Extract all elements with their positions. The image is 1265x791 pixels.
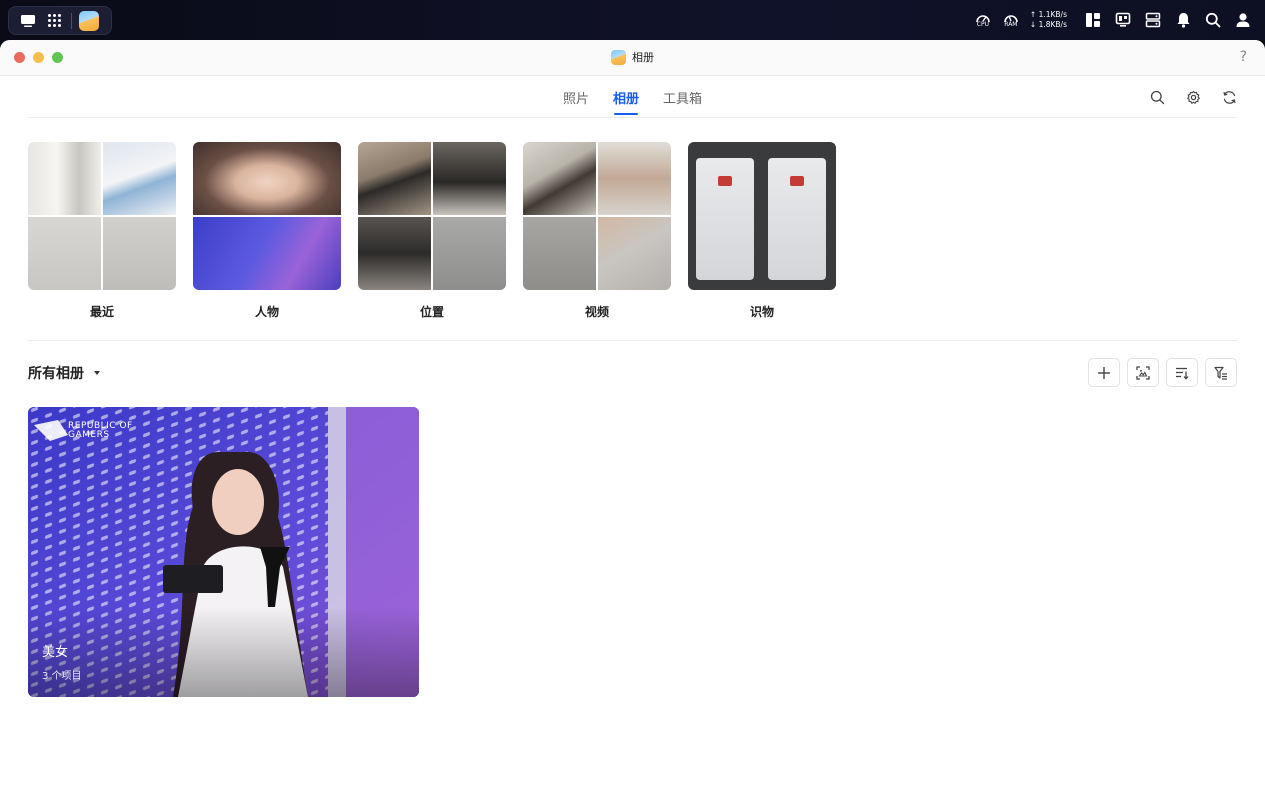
photos-window: 相册 ? 照片 相册 工具箱 最近 人物 位置 视频 识物 所有相册 REPUB… [0,40,1265,791]
tab-toolbox[interactable]: 工具箱 [663,88,702,115]
filter-icon [1214,366,1227,380]
ram-label: RAM [1004,21,1018,28]
smart-categories: 最近 人物 位置 视频 识物 [28,142,836,320]
category-recent-cover [28,142,176,290]
logo-line-2: GAMERS [68,430,110,440]
user-icon[interactable] [1233,10,1253,30]
select-button[interactable] [1127,358,1159,387]
all-albums-title: 所有相册 [28,366,84,382]
layout-panel-icon[interactable] [1083,10,1103,30]
caret-down-icon [94,371,100,375]
refresh-button[interactable] [1219,87,1239,107]
category-videos-cover [523,142,671,290]
category-location-cover [358,142,506,290]
category-label: 识物 [749,305,774,319]
search-icon [1150,90,1164,104]
select-frame-icon [1136,365,1150,380]
system-top-bar: CPU RAM ↑ 1.1KB/s ↓ 1.8KB/s [0,0,1265,40]
photos-app-icon[interactable] [76,10,102,32]
net-upload-value: 1.1KB/s [1038,10,1067,19]
bell-icon[interactable] [1173,10,1193,30]
category-objects-cover [688,142,836,290]
ram-gauge[interactable]: RAM [1002,12,1020,28]
network-speed[interactable]: ↑ 1.1KB/s ↓ 1.8KB/s [1030,10,1067,30]
search-button[interactable] [1147,87,1167,107]
tab-albums[interactable]: 相册 [613,88,639,115]
category-label: 最近 [89,305,114,319]
title-bar: 相册 ? [0,40,1265,76]
tab-bar: 照片 相册 工具箱 [0,76,1265,118]
window-title: 相册 [0,49,1265,65]
dock-divider [71,12,72,29]
rog-logo-text: REPUBLIC OF GAMERS [68,422,133,440]
settings-button[interactable] [1183,87,1203,107]
gear-icon [1186,90,1200,104]
tab-actions [1147,87,1239,107]
search-icon[interactable] [1203,10,1223,30]
net-download: ↓ 1.8KB/s [1029,20,1067,29]
category-people-cover [193,142,341,290]
app-grid-icon[interactable] [41,10,67,32]
cpu-gauge[interactable]: CPU [974,12,992,28]
system-tray: CPU RAM ↑ 1.1KB/s ↓ 1.8KB/s [974,9,1253,31]
tabs: 照片 相册 工具箱 [0,88,1265,115]
window-title-text: 相册 [632,51,654,64]
photos-app-icon [611,49,626,65]
album-item-count: 3 个项目 [42,671,82,682]
sort-button[interactable] [1166,358,1198,387]
album-actions [1088,358,1237,387]
net-upload: ↑ 1.1KB/s [1029,10,1067,19]
filter-button[interactable] [1205,358,1237,387]
help-button[interactable]: ? [1240,49,1247,65]
tab-photos[interactable]: 照片 [563,88,589,115]
album-caption-shade [28,607,419,697]
net-download-value: 1.8KB/s [1038,20,1067,29]
dock [8,6,112,35]
album-name: 美女 [42,645,69,660]
category-videos[interactable]: 视频 [523,142,671,320]
album-card[interactable]: REPUBLIC OF GAMERS 美女 3 个项目 [28,407,419,697]
tab-divider [28,117,1237,118]
category-people[interactable]: 人物 [193,142,341,320]
storage-icon[interactable] [1143,10,1163,30]
desktop-icon[interactable] [15,10,41,32]
refresh-icon [1222,90,1236,104]
add-album-button[interactable] [1088,358,1120,387]
sort-icon [1176,367,1189,380]
monitor-icon[interactable] [1113,10,1133,30]
category-location[interactable]: 位置 [358,142,506,320]
category-label: 人物 [254,305,279,319]
plus-icon [1098,366,1110,379]
all-albums-dropdown[interactable]: 所有相册 [28,363,100,383]
section-divider [28,340,1237,341]
category-label: 位置 [419,305,444,319]
category-objects[interactable]: 识物 [688,142,836,320]
category-recent[interactable]: 最近 [28,142,176,320]
cpu-label: CPU [976,21,989,28]
category-label: 视频 [584,305,609,319]
